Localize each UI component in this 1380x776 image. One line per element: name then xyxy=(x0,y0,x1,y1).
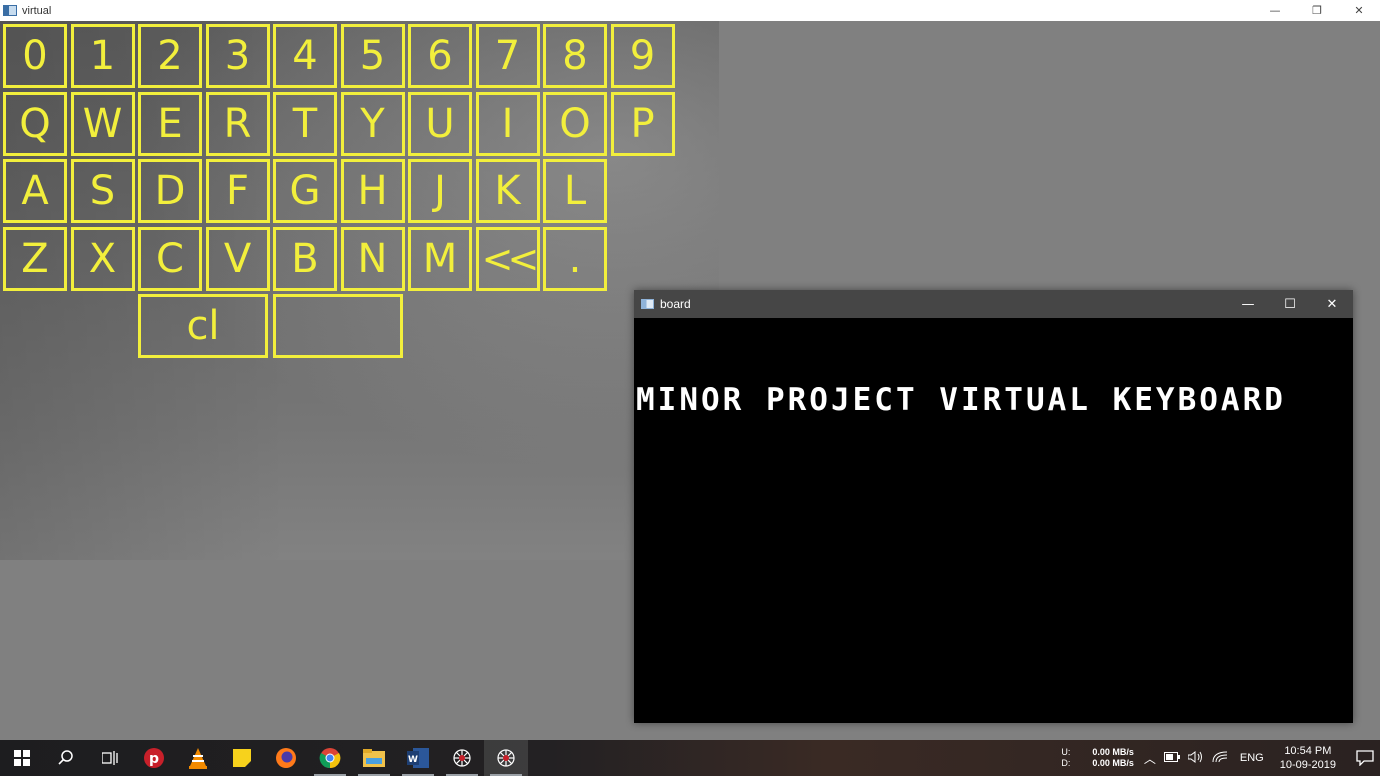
language-indicator[interactable]: ENG xyxy=(1240,752,1264,764)
restore-button[interactable]: ❐ xyxy=(1296,0,1338,21)
clock-time: 10:54 PM xyxy=(1284,745,1332,757)
key-k[interactable]: K xyxy=(475,159,540,223)
key-q[interactable]: Q xyxy=(3,91,67,156)
svg-text:W: W xyxy=(408,755,418,765)
board-window-title: board xyxy=(660,297,691,311)
board-window-icon xyxy=(641,299,654,309)
key-m[interactable]: M xyxy=(408,226,472,291)
key-9[interactable]: 9 xyxy=(610,24,675,88)
typed-text-output: MINOR PROJECT VIRTUAL KEYBOARD xyxy=(636,382,1286,418)
key-backspace[interactable]: << xyxy=(475,226,540,291)
key-u[interactable]: U xyxy=(408,91,472,156)
clock[interactable]: 10:54 PM 10-09-2019 xyxy=(1280,744,1336,772)
main-window-title: virtual xyxy=(22,4,52,17)
key-h[interactable]: H xyxy=(340,159,405,223)
windows-start-icon[interactable] xyxy=(0,740,44,776)
key-x[interactable]: X xyxy=(70,226,135,291)
board-window-controls: — ☐ ✕ xyxy=(1227,290,1353,318)
download-speed: 0.00 MB/s xyxy=(1092,758,1134,768)
key-p[interactable]: P xyxy=(610,91,675,156)
chrome-icon[interactable] xyxy=(308,740,352,776)
key-g[interactable]: G xyxy=(273,159,337,223)
key-period[interactable]: . xyxy=(543,226,607,291)
key-n[interactable]: N xyxy=(340,226,405,291)
system-tray: U: D: 0.00 MB/s 0.00 MB/s ︿ ENG 10:54 PM… xyxy=(1061,740,1380,776)
key-8[interactable]: 8 xyxy=(543,24,607,88)
key-v[interactable]: V xyxy=(205,226,270,291)
key-j[interactable]: J xyxy=(408,159,472,223)
close-button[interactable]: ✕ xyxy=(1338,0,1380,21)
clock-date: 10-09-2019 xyxy=(1279,759,1336,771)
board-window: board — ☐ ✕ MINOR PROJECT VIRTUAL KEYBOA… xyxy=(634,290,1353,723)
key-a[interactable]: A xyxy=(3,159,67,223)
sticky-notes-icon[interactable] xyxy=(220,740,264,776)
notification-center-icon[interactable] xyxy=(1350,750,1380,766)
key-z[interactable]: Z xyxy=(3,226,67,291)
key-i[interactable]: I xyxy=(475,91,540,156)
key-2[interactable]: 2 xyxy=(138,24,202,88)
key-c[interactable]: C xyxy=(138,226,202,291)
key-f[interactable]: F xyxy=(205,159,270,223)
key-0[interactable]: 0 xyxy=(3,24,67,88)
key-t[interactable]: T xyxy=(273,91,337,156)
key-space[interactable] xyxy=(273,294,403,358)
key-b[interactable]: B xyxy=(273,226,337,291)
svg-text:p: p xyxy=(149,751,159,767)
key-e[interactable]: E xyxy=(138,91,202,156)
key-s[interactable]: S xyxy=(70,159,135,223)
upload-speed: 0.00 MB/s xyxy=(1092,747,1134,757)
search-icon[interactable] xyxy=(44,740,88,776)
key-6[interactable]: 6 xyxy=(408,24,472,88)
upload-label: U: xyxy=(1061,747,1071,757)
board-maximize-button[interactable]: ☐ xyxy=(1269,290,1311,318)
board-close-button[interactable]: ✕ xyxy=(1311,290,1353,318)
key-y[interactable]: Y xyxy=(340,91,405,156)
key-o[interactable]: O xyxy=(543,91,607,156)
volume-icon[interactable] xyxy=(1187,750,1204,766)
key-4[interactable]: 4 xyxy=(273,24,337,88)
board-window-titlebar[interactable]: board — ☐ ✕ xyxy=(634,290,1353,318)
main-window-controls: — ❐ ✕ xyxy=(1254,0,1380,21)
key-w[interactable]: W xyxy=(70,91,135,156)
opencv-window-icon[interactable] xyxy=(440,740,484,776)
wifi-icon[interactable] xyxy=(1212,751,1228,766)
key-d[interactable]: D xyxy=(138,159,202,223)
key-r[interactable]: R xyxy=(205,91,270,156)
firefox-icon[interactable] xyxy=(264,740,308,776)
minimize-button[interactable]: — xyxy=(1254,0,1296,21)
board-minimize-button[interactable]: — xyxy=(1227,290,1269,318)
opencv-window-icon[interactable] xyxy=(484,740,528,776)
network-speed-values: 0.00 MB/s 0.00 MB/s xyxy=(1092,747,1134,769)
camera-feed: 0 1 2 3 4 5 6 7 8 9 Q W E R T Y U I O P A S D F G H J K L Z X C V B N M <<. c… xyxy=(0,21,719,560)
key-5[interactable]: 5 xyxy=(340,24,405,88)
key-3[interactable]: 3 xyxy=(205,24,270,88)
app-window-icon xyxy=(3,5,17,16)
main-window-titlebar[interactable]: virtual — ❐ ✕ xyxy=(0,0,1380,21)
key-l[interactable]: L xyxy=(543,159,607,223)
vlc-icon[interactable] xyxy=(176,740,220,776)
chevron-up-icon[interactable]: ︿ xyxy=(1144,750,1156,767)
key-7[interactable]: 7 xyxy=(475,24,540,88)
taskbar: p W U: D: 0.00 MB/s 0.00 MB/s ︿ ENG 10:5… xyxy=(0,740,1380,776)
download-label: D: xyxy=(1061,758,1071,768)
task-view-icon[interactable] xyxy=(88,740,132,776)
key-clear[interactable]: cl xyxy=(138,294,268,358)
network-speed-labels: U: D: xyxy=(1061,747,1070,769)
psiphon-icon[interactable]: p xyxy=(132,740,176,776)
file-explorer-icon[interactable] xyxy=(352,740,396,776)
key-1[interactable]: 1 xyxy=(70,24,135,88)
word-icon[interactable]: W xyxy=(396,740,440,776)
battery-icon[interactable] xyxy=(1163,751,1180,765)
